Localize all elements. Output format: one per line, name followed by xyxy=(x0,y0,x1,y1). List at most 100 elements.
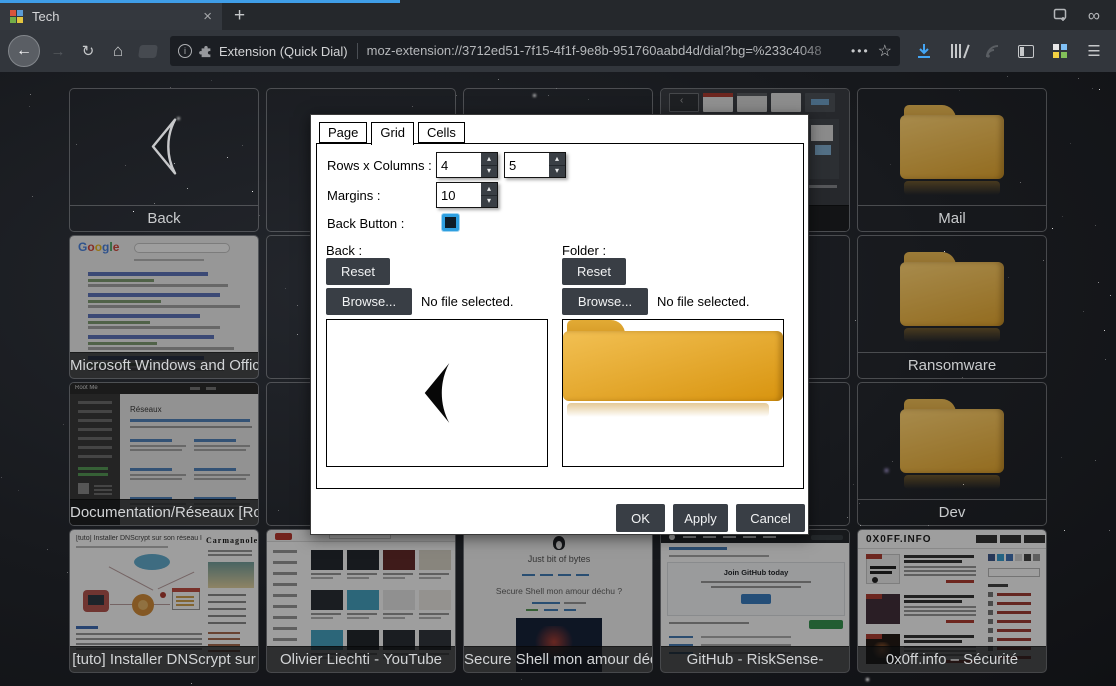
avatar xyxy=(78,483,89,494)
rows-increment-button[interactable]: ▴ xyxy=(481,153,497,166)
dial-tile-tuto-installer-dnscrypt-sur[interactable]: [tuto] Installer DNScrypt sur son réseau… xyxy=(69,529,259,673)
home-button[interactable]: ⌂ xyxy=(106,38,130,64)
dial-tile-0x0ff-info-s-curit[interactable]: 0X0FF.INFO0x0ff.info – Sécurité xyxy=(857,529,1047,673)
forward-button[interactable]: → xyxy=(46,38,70,64)
back-button-checkbox[interactable] xyxy=(442,214,459,231)
site-brand: 0X0FF.INFO xyxy=(866,534,932,545)
tile-label: Microsoft Windows and Office xyxy=(70,352,258,378)
page-actions-icon[interactable]: ••• xyxy=(851,44,870,58)
favicon-square xyxy=(10,10,16,16)
video-caption xyxy=(311,617,333,619)
folder-browse-button[interactable]: Browse... xyxy=(562,288,648,315)
back-reset-button[interactable]: Reset xyxy=(326,258,390,285)
new-tab-button[interactable]: + xyxy=(234,6,245,25)
apply-button[interactable]: Apply xyxy=(673,504,728,532)
tab-title: Tech xyxy=(32,9,201,24)
columns-stepper: ▴ ▾ xyxy=(504,152,566,178)
video-caption xyxy=(347,617,369,619)
article-text-line xyxy=(904,566,976,568)
rootme-brand: Root Me xyxy=(75,385,98,391)
dial-tile-microsoft-windows-and-office[interactable]: GoogleMicrosoft Windows and Office xyxy=(69,235,259,379)
mini-chip xyxy=(815,145,831,155)
red-label-chip xyxy=(866,554,882,559)
back-button[interactable]: ← xyxy=(8,35,40,67)
folder-image-preview xyxy=(562,319,784,467)
link-line xyxy=(76,626,98,629)
folder-body xyxy=(563,331,783,401)
dial-tile-secure-shell-mon-amour-d-chu[interactable]: Just bit of bytesSecure Shell mon amour … xyxy=(463,529,653,673)
reload-button[interactable]: ↻ xyxy=(76,38,100,64)
page-info-icon[interactable]: i xyxy=(178,44,192,58)
tile-label: Ransomware xyxy=(858,352,1046,378)
result-url-line xyxy=(88,300,161,303)
header-dash xyxy=(190,387,200,390)
sidebar-toggle-icon[interactable] xyxy=(1012,37,1040,65)
article-title-line xyxy=(904,600,962,603)
logo-letter: e xyxy=(113,240,120,254)
side-line xyxy=(208,550,252,552)
tab-cells[interactable]: Cells xyxy=(418,122,465,143)
bookmark-star-icon[interactable]: ☆ xyxy=(878,41,892,61)
logo-letter: o xyxy=(95,240,102,254)
sidebar-item xyxy=(273,550,297,553)
tab-grid[interactable]: Grid xyxy=(371,122,414,145)
logo-letter: G xyxy=(78,240,87,254)
video-caption xyxy=(311,613,341,615)
cta-title: Join GitHub today xyxy=(667,568,845,577)
meta-line xyxy=(532,602,560,604)
www-line xyxy=(176,600,194,602)
ok-button[interactable]: OK xyxy=(616,504,665,532)
red-label-chip xyxy=(866,594,882,599)
folder-reset-button[interactable]: Reset xyxy=(562,258,626,285)
library-icon[interactable] xyxy=(944,37,972,65)
header-link-line xyxy=(683,536,696,538)
article-title: Secure Shell mon amour déchu ? xyxy=(464,586,653,596)
back-browse-button[interactable]: Browse... xyxy=(326,288,412,315)
nav-line xyxy=(134,259,204,261)
rows-decrement-button[interactable]: ▾ xyxy=(481,166,497,178)
text-line xyxy=(130,449,182,451)
columns-decrement-button[interactable]: ▾ xyxy=(549,166,565,178)
columns-input[interactable] xyxy=(505,153,549,177)
downloads-icon[interactable] xyxy=(910,37,938,65)
mini-label-dash xyxy=(809,185,837,188)
dial-tile-ransomware[interactable]: Ransomware xyxy=(857,235,1047,379)
menu-icon[interactable]: ☰ xyxy=(1080,37,1108,65)
active-tab-accent-line xyxy=(0,0,400,3)
folder-body xyxy=(900,115,1004,179)
new-window-icon[interactable] xyxy=(1052,8,1068,22)
thumb-logo-dot xyxy=(872,577,878,583)
mask-icon[interactable]: ∞ xyxy=(1088,7,1100,24)
cancel-button[interactable]: Cancel xyxy=(736,504,805,532)
columns-increment-button[interactable]: ▴ xyxy=(549,153,565,166)
breadcrumb-line xyxy=(669,547,727,550)
tab-page[interactable]: Page xyxy=(319,122,367,143)
dial-tile-documentation-r-seaux-root[interactable]: Root MeRéseauxDocumentation/Réseaux [Roo… xyxy=(69,382,259,526)
category-icon xyxy=(988,619,993,624)
video-thumb xyxy=(347,550,379,570)
header-search xyxy=(811,535,843,540)
browser-tab-tech[interactable]: Tech × xyxy=(0,0,222,30)
url-bar[interactable]: i Extension (Quick Dial) moz-extension:/… xyxy=(170,36,900,66)
margins-increment-button[interactable]: ▴ xyxy=(481,183,497,196)
video-caption xyxy=(419,577,441,579)
orange-slice xyxy=(138,600,148,610)
tab-close-icon[interactable]: × xyxy=(201,8,214,25)
dial-tile-mail[interactable]: Mail xyxy=(857,88,1047,232)
result-title-line xyxy=(88,293,220,297)
rss-icon[interactable] xyxy=(978,37,1006,65)
dial-tile-dev[interactable]: Dev xyxy=(857,382,1047,526)
blue-subtitle-line xyxy=(130,419,250,422)
category-line xyxy=(208,632,240,634)
folder-body xyxy=(900,409,1004,473)
quickdial-extension-icon[interactable] xyxy=(1046,37,1074,65)
folder-reflection xyxy=(904,475,1000,489)
dial-tile-back[interactable]: Back xyxy=(69,88,259,232)
rows-input[interactable] xyxy=(437,153,481,177)
category-link-line xyxy=(997,620,1031,623)
margins-decrement-button[interactable]: ▾ xyxy=(481,196,497,208)
margins-input[interactable] xyxy=(437,183,481,207)
dial-tile-olivier-liechti-youtube[interactable]: Olivier Liechti - YouTube xyxy=(266,529,456,673)
dial-tile-github-risksense[interactable]: Join GitHub todayGitHub - RiskSense- xyxy=(660,529,850,673)
folder-no-file-text: No file selected. xyxy=(657,294,750,309)
